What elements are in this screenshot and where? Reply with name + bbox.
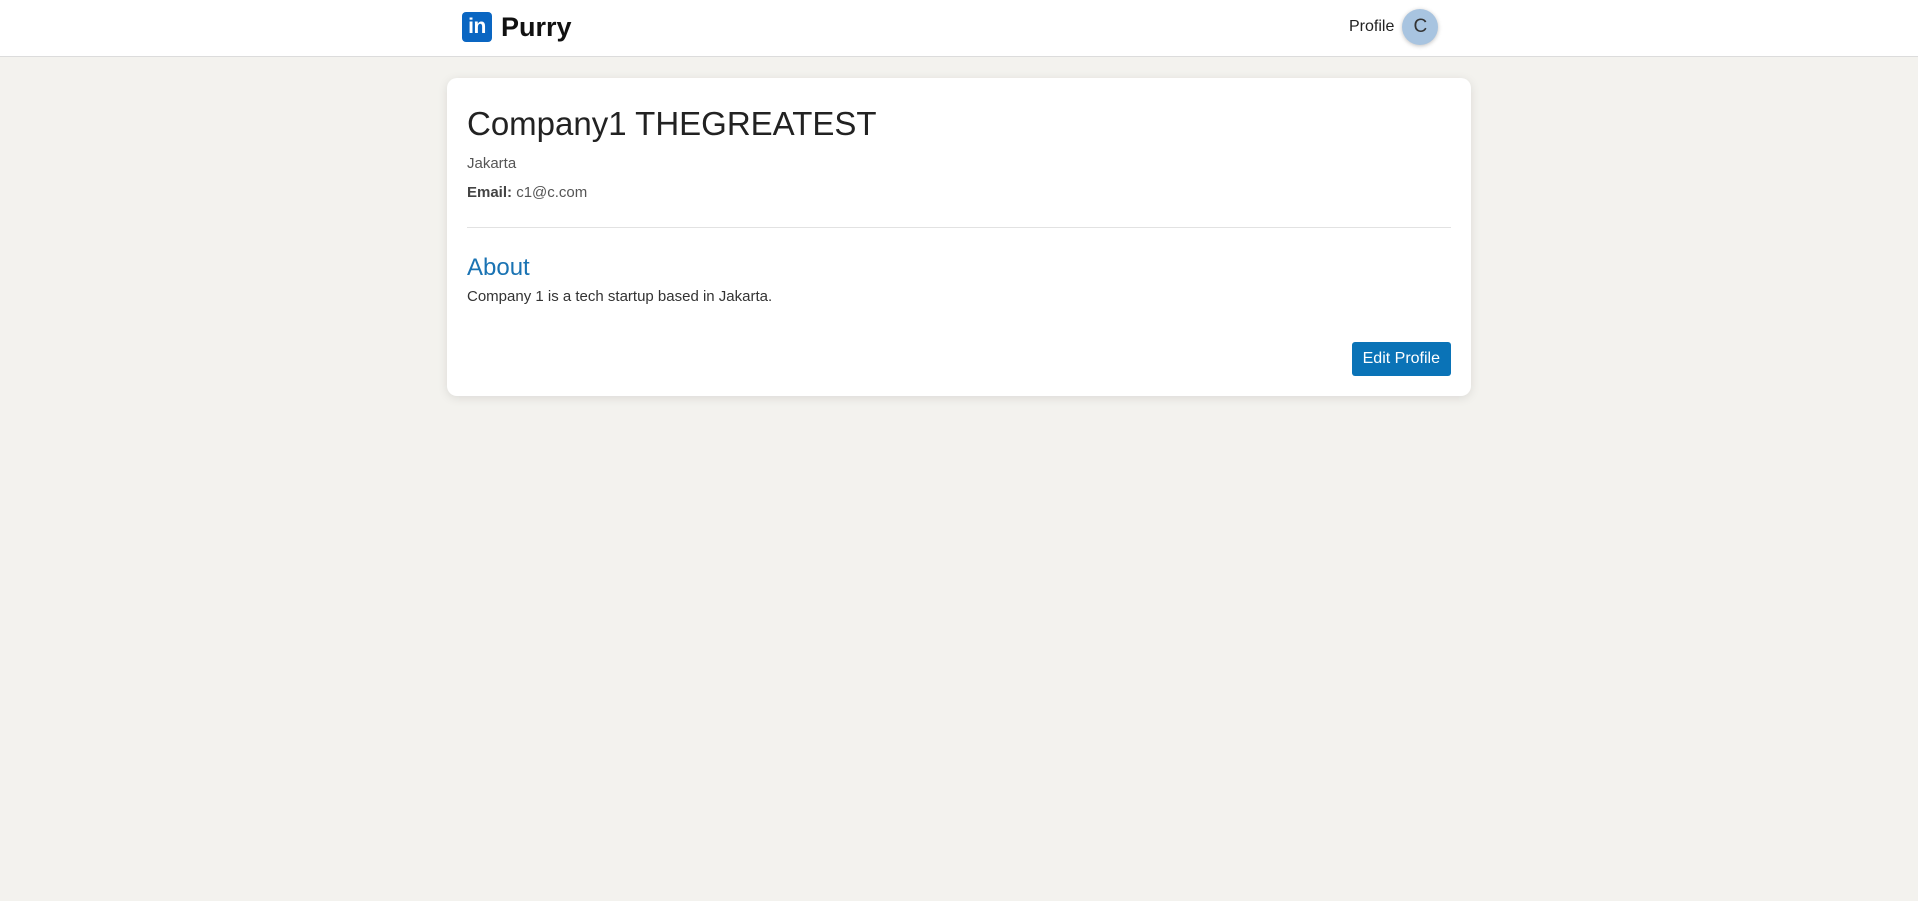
email-label: Email: [467,184,513,201]
nav-profile-label: Profile [1349,18,1395,35]
email-value: c1@c.com [516,184,588,201]
company-profile-card: Company1 THEGREATEST Jakarta Email: c1@c… [447,78,1471,396]
linkedin-logo-icon: in [462,12,492,42]
about-heading: About [467,254,530,281]
avatar[interactable]: C [1402,9,1439,45]
section-divider [467,227,1451,228]
edit-profile-button[interactable]: Edit Profile [1351,342,1451,376]
about-text: Company 1 is a tech startup based in Jak… [467,288,773,305]
company-location: Jakarta [467,155,517,172]
brand-home-link[interactable]: in Purry [462,12,572,42]
email-row: Email: c1@c.com [467,184,1451,201]
brand-name: Purry [501,12,572,42]
company-name: Company1 THEGREATEST [467,105,877,142]
top-navbar: in Purry Profile C [0,0,1918,57]
nav-profile-link[interactable]: Profile C [1349,9,1439,45]
